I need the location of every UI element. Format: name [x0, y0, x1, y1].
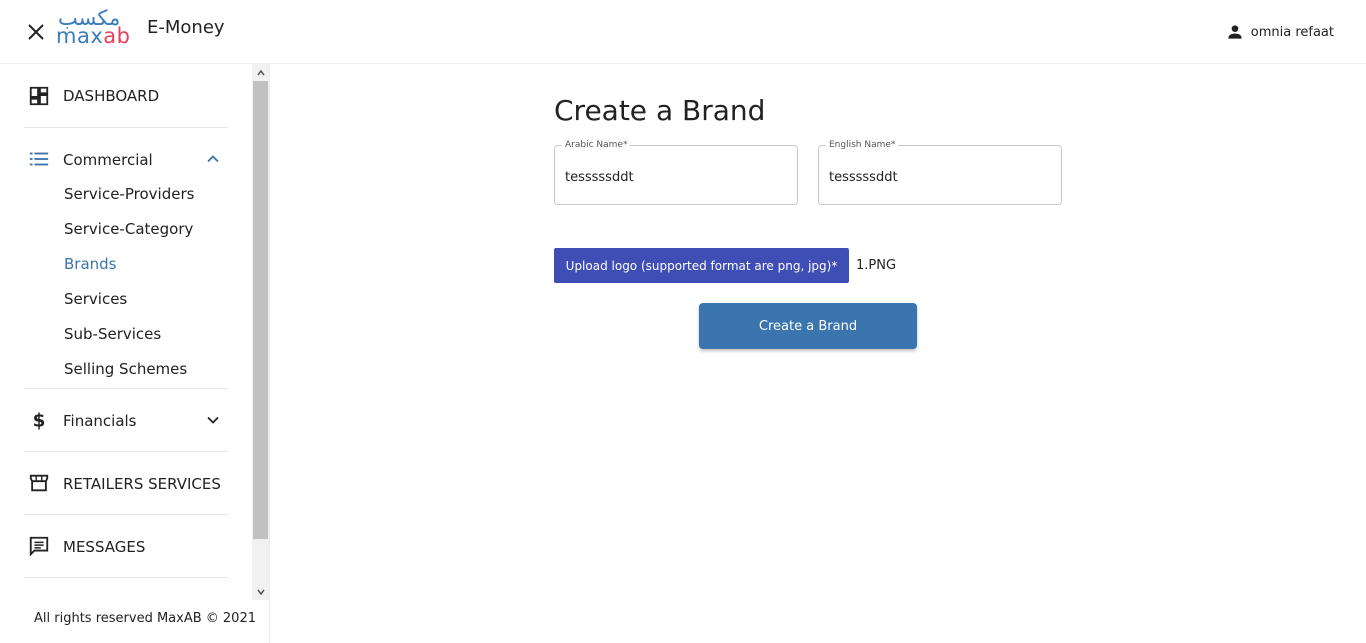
- message-icon: [28, 535, 50, 557]
- app-header: مكسب maxab E-Money omnia refaat: [0, 0, 1366, 64]
- divider: [24, 127, 228, 128]
- english-name-field[interactable]: English Name*: [818, 139, 1062, 205]
- uploaded-file-name: 1.PNG: [856, 258, 897, 273]
- sidebar-item-retailers-services[interactable]: RETAILERS SERVICES: [0, 470, 252, 496]
- dashboard-icon: [28, 85, 50, 107]
- svg-text:$: $: [33, 410, 46, 431]
- sidebar-subitem-service-providers[interactable]: Service-Providers: [64, 185, 194, 203]
- sidebar-item-label: Financials: [63, 412, 137, 430]
- divider: [24, 577, 228, 578]
- sidebar-item-label: RETAILERS SERVICES: [63, 475, 221, 493]
- list-icon: [28, 148, 50, 170]
- divider: [24, 451, 228, 452]
- sidebar: DASHBOARD Commercial Service-Providers S…: [0, 64, 270, 643]
- english-name-label: English Name*: [826, 139, 899, 151]
- sidebar-menu: DASHBOARD Commercial Service-Providers S…: [0, 64, 252, 600]
- sidebar-item-messages[interactable]: MESSAGES: [0, 533, 252, 559]
- upload-logo-button[interactable]: Upload logo (supported format are png, j…: [554, 248, 849, 283]
- user-name: omnia refaat: [1250, 24, 1334, 40]
- maxab-logo: مكسب maxab: [56, 6, 138, 50]
- scrollbar-thumb[interactable]: [253, 81, 268, 539]
- scroll-down-arrow-icon[interactable]: [252, 583, 269, 600]
- sidebar-item-label: Commercial: [63, 151, 153, 169]
- user-icon: [1228, 25, 1242, 39]
- sidebar-item-commercial[interactable]: Commercial: [0, 146, 252, 172]
- sidebar-scrollbar[interactable]: [252, 64, 269, 600]
- sidebar-item-dashboard[interactable]: DASHBOARD: [0, 82, 252, 110]
- dollar-icon: $: [28, 409, 50, 431]
- sidebar-item-label: MESSAGES: [63, 538, 146, 556]
- footer-copyright: All rights reserved MaxAB © 2021: [34, 611, 256, 626]
- arabic-name-input[interactable]: [565, 170, 785, 185]
- sidebar-subitem-services[interactable]: Services: [64, 290, 127, 308]
- chevron-down-icon[interactable]: [203, 410, 223, 430]
- sidebar-subitem-brands[interactable]: Brands: [64, 255, 117, 273]
- close-icon[interactable]: [24, 20, 48, 44]
- store-icon: [28, 472, 50, 494]
- sidebar-subitem-service-category[interactable]: Service-Category: [64, 220, 193, 238]
- page-title: Create a Brand: [554, 94, 766, 127]
- sidebar-subitem-selling-schemes[interactable]: Selling Schemes: [64, 360, 187, 378]
- arabic-name-field[interactable]: Arabic Name*: [554, 139, 798, 205]
- create-brand-button[interactable]: Create a Brand: [699, 303, 917, 349]
- sidebar-item-label: DASHBOARD: [63, 87, 160, 105]
- divider: [24, 388, 228, 389]
- english-name-input[interactable]: [829, 170, 1049, 185]
- user-menu[interactable]: omnia refaat: [1225, 22, 1334, 42]
- logo-english-text: maxab: [56, 24, 131, 48]
- chevron-up-icon[interactable]: [203, 149, 223, 169]
- app-title: E-Money: [147, 17, 225, 38]
- sidebar-item-financials[interactable]: $ Financials: [0, 407, 252, 433]
- sidebar-subitem-sub-services[interactable]: Sub-Services: [64, 325, 161, 343]
- arabic-name-label: Arabic Name*: [562, 139, 631, 151]
- scroll-up-arrow-icon[interactable]: [252, 64, 269, 81]
- divider: [24, 514, 228, 515]
